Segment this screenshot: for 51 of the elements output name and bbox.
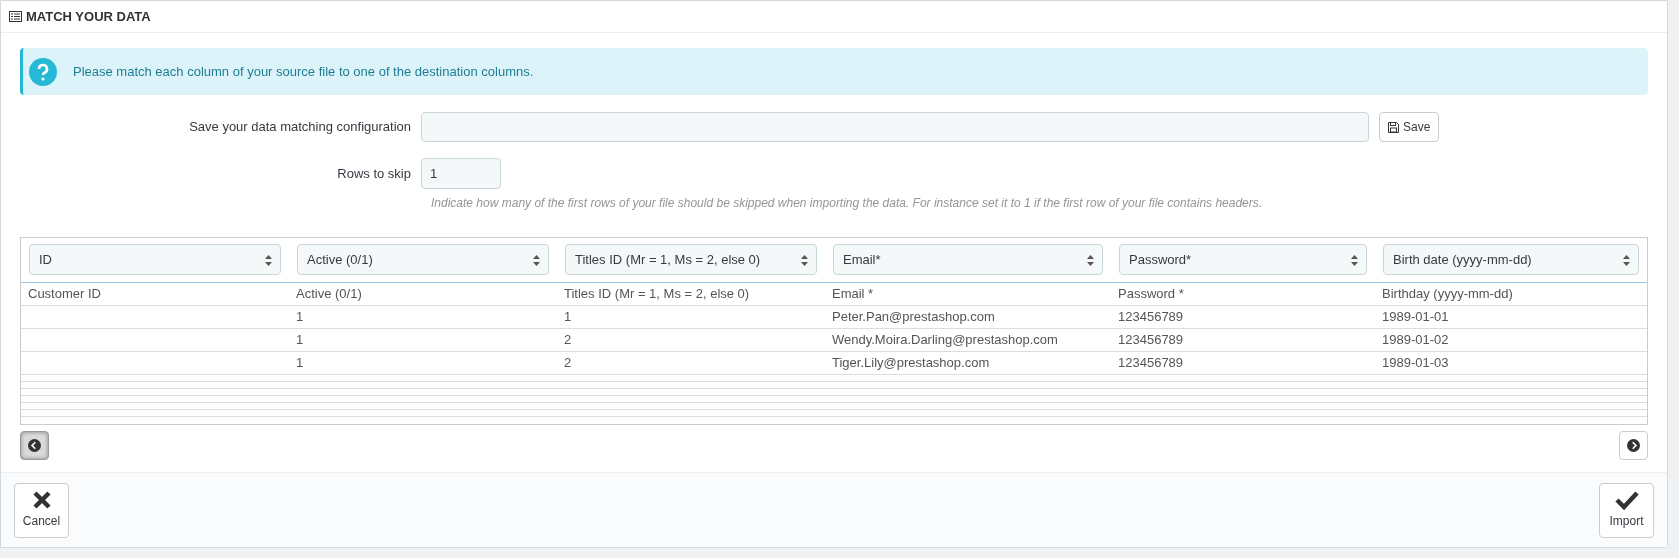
- table-cell: 1989-01-01: [1382, 308, 1449, 324]
- column-header: Birthday (yyyy-mm-dd): [1381, 284, 1514, 303]
- table-cell: 1: [564, 308, 572, 324]
- config-label: Save your data matching configuration: [188, 118, 412, 137]
- select-caret-icon: [533, 255, 540, 266]
- cancel-button[interactable]: Cancel: [14, 482, 69, 538]
- select-caret-icon: [801, 255, 808, 266]
- save-button[interactable]: Save: [1379, 112, 1440, 142]
- next-button[interactable]: [1619, 430, 1648, 460]
- select-caret-icon: [1623, 255, 1630, 266]
- column-select[interactable]: Titles ID (Mr = 1, Ms = 2, else 0): [565, 244, 817, 275]
- config-name-field[interactable]: [421, 112, 1369, 142]
- select-caret-icon: [1351, 255, 1358, 266]
- question-icon: [29, 57, 57, 86]
- column-select[interactable]: Email*: [833, 244, 1103, 275]
- column-select[interactable]: ID: [29, 244, 281, 275]
- checkmark-icon: [1614, 490, 1639, 510]
- table-cell: Wendy.Moira.Darling@prestashop.com: [832, 331, 1058, 347]
- rows-to-skip-field[interactable]: 1: [421, 158, 501, 189]
- table-cell: Peter.Pan@prestashop.com: [832, 308, 995, 324]
- select-caret-icon: [1087, 255, 1094, 266]
- table-cell: 1: [296, 308, 304, 324]
- column-header: Titles ID (Mr = 1, Ms = 2, else 0): [563, 284, 751, 303]
- import-button[interactable]: Import: [1599, 482, 1654, 538]
- column-header: Email *: [831, 284, 875, 303]
- column-select[interactable]: Password*: [1119, 244, 1367, 275]
- previous-button[interactable]: [20, 430, 49, 460]
- close-icon: [31, 490, 52, 510]
- table-cell: 123456789: [1118, 354, 1184, 370]
- table-cell: 2: [564, 354, 572, 370]
- help-text: Indicate how many of the first rows of your file should be skipped when importing the data. For instance set it to 1 if the first row of your file contains headers.: [431, 196, 1263, 210]
- table-cell: 1989-01-03: [1382, 354, 1449, 370]
- column-header: Active (0/1): [295, 284, 363, 303]
- panel-title: MATCH YOUR DATA: [26, 7, 151, 26]
- table-cell: 1: [296, 331, 304, 347]
- column-header: Customer ID: [27, 284, 102, 303]
- chevron-left-icon: [28, 438, 41, 452]
- column-select[interactable]: Birth date (yyyy-mm-dd): [1383, 244, 1639, 275]
- column-header: Password *: [1117, 284, 1185, 303]
- alert-message: Please match each column of your source file to one of the destination columns.: [73, 62, 534, 81]
- table-cell: 1: [296, 354, 304, 370]
- table-cell: 2: [564, 331, 572, 347]
- select-caret-icon: [265, 255, 272, 266]
- table-cell: Tiger.Lily@prestashop.com: [832, 354, 990, 370]
- table-cell: 123456789: [1118, 331, 1184, 347]
- column-select[interactable]: Active (0/1): [297, 244, 549, 275]
- list-icon: [9, 11, 22, 22]
- rows-to-skip-label: Rows to skip: [336, 164, 412, 183]
- chevron-right-icon: [1627, 438, 1640, 452]
- table-cell: 123456789: [1118, 308, 1184, 324]
- table-cell: 1989-01-02: [1382, 331, 1449, 347]
